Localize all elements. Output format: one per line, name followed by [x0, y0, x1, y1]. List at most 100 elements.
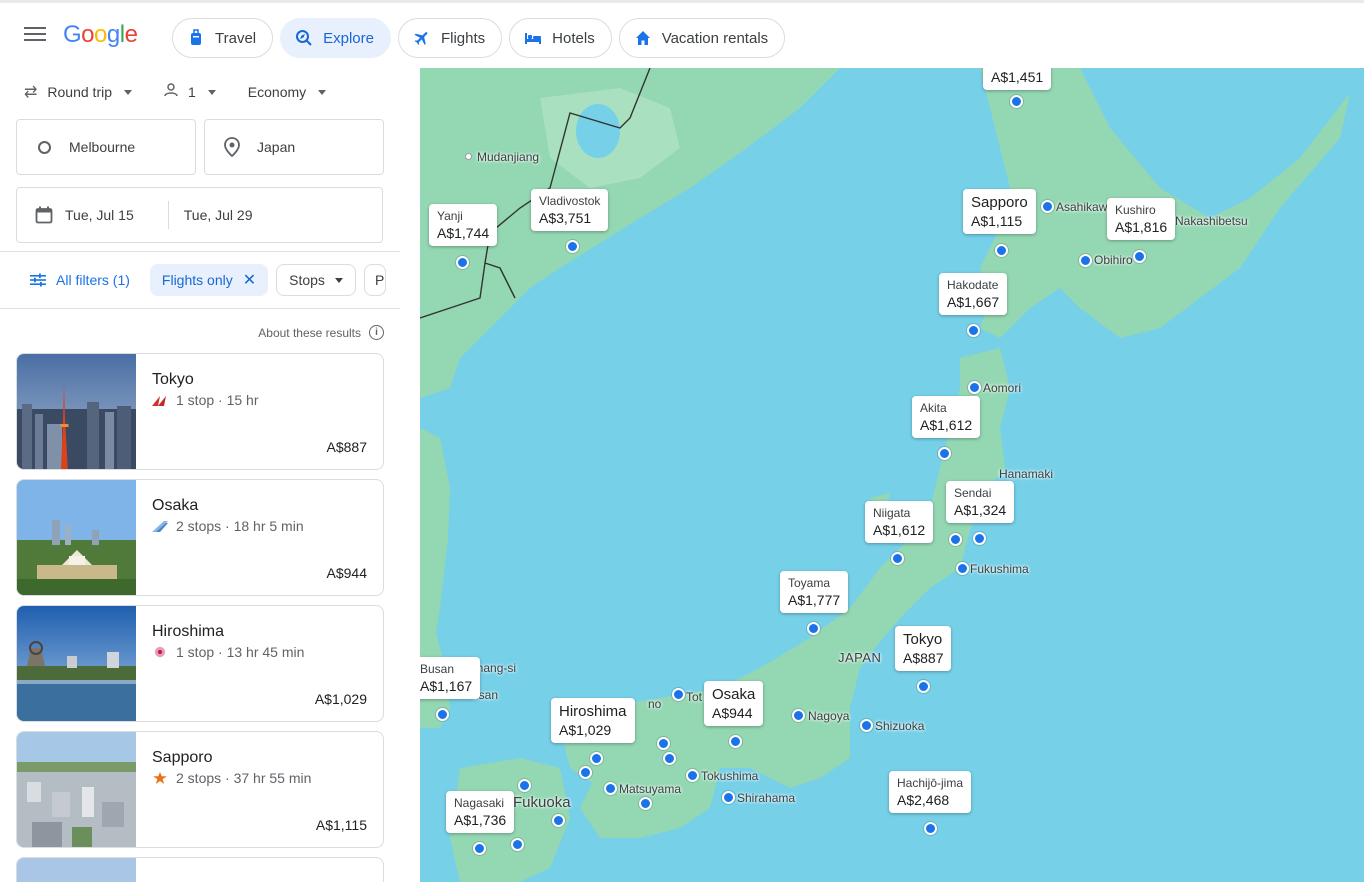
result-card[interactable]: Tokyo 1 stop · 15 hr A$887 — [16, 353, 384, 470]
airport-marker[interactable] — [604, 782, 617, 795]
airport-marker[interactable] — [949, 533, 962, 546]
cabin-select[interactable]: Economy — [248, 84, 327, 100]
chevron-down-icon — [124, 89, 132, 95]
airport-marker[interactable] — [729, 735, 742, 748]
map-price-label[interactable]: Osaka A$944 — [704, 681, 764, 726]
chevron-down-icon — [207, 89, 216, 95]
place-shirahama: Shirahama — [737, 791, 796, 805]
info-icon[interactable]: i — [369, 325, 384, 340]
airport-marker[interactable] — [518, 779, 531, 792]
tab-explore[interactable]: Explore — [280, 18, 391, 58]
return-date[interactable]: Tue, Jul 29 — [184, 207, 253, 223]
map-price-label[interactable]: Niigata A$1,612 — [865, 501, 934, 543]
about-results[interactable]: About these results i — [258, 325, 384, 340]
close-icon[interactable]: ✕ — [243, 270, 256, 290]
airport-marker[interactable] — [436, 708, 449, 721]
result-city: Hiroshima — [152, 623, 225, 640]
sapporo-photo — [17, 732, 136, 847]
place-japan: JAPAN — [838, 650, 882, 665]
airport-marker[interactable] — [973, 532, 986, 545]
map-price-label[interactable]: Nagasaki A$1,736 — [446, 791, 515, 833]
tab-hotels[interactable]: Hotels — [509, 18, 612, 58]
google-logo[interactable]: Google — [63, 21, 138, 49]
airport-marker[interactable] — [456, 256, 469, 269]
airport-marker[interactable] — [473, 842, 486, 855]
airport-marker[interactable] — [1079, 254, 1092, 267]
map[interactable]: Mudanjiang Asahikaw Nakashibetsu Obihiro… — [420, 68, 1364, 882]
all-filters-button[interactable]: All filters (1) — [16, 264, 142, 296]
result-card[interactable]: Osaka 2 stops · 18 hr 5 min A$944 — [16, 479, 384, 596]
airport-marker[interactable] — [657, 737, 670, 750]
calendar-icon — [35, 206, 53, 224]
map-price-label[interactable]: Kushiro A$1,816 — [1107, 198, 1176, 240]
airport-marker[interactable] — [1133, 250, 1146, 263]
airline-logo-icon — [152, 521, 168, 532]
airport-marker[interactable] — [686, 769, 699, 782]
airport-marker[interactable] — [995, 244, 1008, 257]
map-price-label[interactable]: Hakodate A$1,667 — [939, 273, 1008, 315]
airport-marker[interactable] — [967, 324, 980, 337]
airport-marker[interactable] — [968, 381, 981, 394]
menu-icon[interactable] — [24, 27, 46, 45]
result-card[interactable]: Sapporo 2 stops · 37 hr 55 min A$1,115 — [16, 731, 384, 848]
dates-field[interactable]: Tue, Jul 15 Tue, Jul 29 — [16, 187, 383, 243]
origin-field[interactable]: Melbourne — [16, 119, 196, 175]
tab-flights[interactable]: Flights — [397, 18, 503, 58]
airport-marker[interactable] — [722, 791, 735, 804]
airport-marker[interactable] — [672, 688, 685, 701]
result-card[interactable] — [16, 857, 384, 882]
depart-date[interactable]: Tue, Jul 15 — [65, 207, 134, 223]
origin-circle-icon — [38, 140, 51, 154]
airport-marker[interactable] — [938, 447, 951, 460]
map-price-label[interactable]: A$1,451 — [983, 68, 1052, 90]
airport-marker[interactable] — [552, 814, 565, 827]
tune-icon — [30, 273, 46, 287]
map-price-label[interactable]: Hiroshima A$1,029 — [551, 698, 635, 743]
passengers-select[interactable]: 1 — [164, 82, 216, 102]
stops-filter[interactable]: Stops — [276, 264, 356, 296]
map-price-label[interactable]: Hachijō-jima A$2,468 — [889, 771, 972, 813]
flights-only-chip[interactable]: Flights only ✕ — [149, 264, 269, 296]
airport-marker[interactable] — [807, 622, 820, 635]
airport-marker[interactable] — [566, 240, 579, 253]
place-nagoya: Nagoya — [808, 709, 850, 723]
airport-marker[interactable] — [590, 752, 603, 765]
airport-marker[interactable] — [1041, 200, 1054, 213]
map-price-label[interactable]: Vladivostok A$3,751 — [531, 189, 609, 231]
result-city: Sapporo — [152, 749, 213, 766]
place-tot: Tot — [686, 690, 703, 704]
airport-marker[interactable] — [511, 838, 524, 851]
airport-marker[interactable] — [917, 680, 930, 693]
bed-icon — [524, 29, 542, 47]
more-filter-chip[interactable]: P — [363, 264, 386, 296]
tab-vacation-rentals[interactable]: Vacation rentals — [618, 18, 786, 58]
city-dot — [465, 153, 472, 160]
location-pin-icon — [224, 137, 240, 157]
map-price-label[interactable]: Busan A$1,167 — [420, 657, 481, 699]
tab-travel[interactable]: Travel — [172, 18, 274, 58]
map-price-label[interactable]: Sapporo A$1,115 — [963, 189, 1036, 234]
swap-arrows-icon: ⇄ — [24, 84, 38, 101]
trip-type-select[interactable]: ⇄ Round trip — [24, 82, 132, 102]
result-price: A$887 — [326, 439, 367, 455]
airport-marker[interactable] — [924, 822, 937, 835]
place-aomori: Aomori — [983, 381, 1022, 395]
map-price-label[interactable]: Toyama A$1,777 — [780, 571, 849, 613]
chevron-down-icon — [334, 277, 343, 283]
result-card[interactable]: Hiroshima 1 stop · 13 hr 45 min A$1,029 — [16, 605, 384, 722]
map-price-label[interactable]: Yanji A$1,744 — [429, 204, 498, 246]
airport-marker[interactable] — [663, 752, 676, 765]
map-price-label[interactable]: Akita A$1,612 — [912, 396, 981, 438]
airport-marker[interactable] — [639, 797, 652, 810]
airport-marker[interactable] — [860, 719, 873, 732]
airport-marker[interactable] — [956, 562, 969, 575]
airport-marker[interactable] — [792, 709, 805, 722]
map-price-label[interactable]: Sendai A$1,324 — [946, 481, 1015, 523]
airport-marker[interactable] — [891, 552, 904, 565]
destination-field[interactable]: Japan — [204, 119, 384, 175]
map-price-label[interactable]: Tokyo A$887 — [895, 626, 952, 671]
place-nakashibetsu: Nakashibetsu — [1175, 214, 1248, 228]
airport-marker[interactable] — [1010, 95, 1023, 108]
place-mudanjiang: Mudanjiang — [477, 150, 540, 164]
airport-marker[interactable] — [579, 766, 592, 779]
